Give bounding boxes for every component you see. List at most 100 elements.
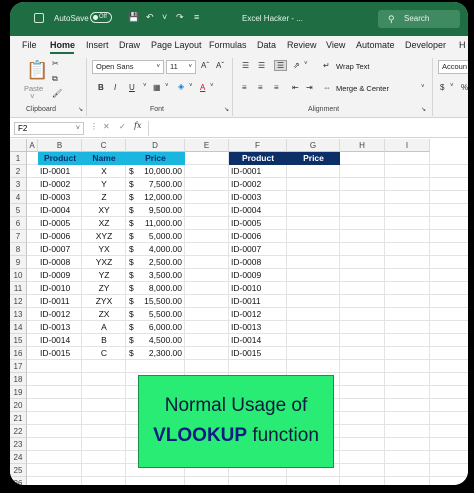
- borders-dropdown-icon[interactable]: ˅: [165, 83, 169, 89]
- enter-icon[interactable]: ✓: [119, 122, 126, 131]
- row-header-5[interactable]: 5: [10, 204, 27, 217]
- tab-draw[interactable]: Draw: [119, 40, 140, 50]
- column-header-g[interactable]: G: [287, 139, 340, 152]
- row-header-1[interactable]: 1: [10, 152, 27, 165]
- cell-product[interactable]: ID-0007: [40, 243, 82, 256]
- lookup-header-price[interactable]: Price: [287, 152, 340, 165]
- merge-dropdown-icon[interactable]: ˅: [421, 84, 425, 90]
- column-header-a[interactable]: A: [27, 139, 38, 152]
- column-header-h[interactable]: H: [340, 139, 385, 152]
- align-left-icon[interactable]: ≡: [242, 83, 247, 92]
- tab-home[interactable]: Home: [50, 40, 75, 50]
- tab-view[interactable]: View: [326, 40, 345, 50]
- wrap-text-icon[interactable]: ↵: [323, 61, 330, 70]
- tab-file[interactable]: File: [22, 40, 37, 50]
- merge-center-icon[interactable]: ⇔: [323, 83, 331, 92]
- row-header-12[interactable]: 12: [10, 295, 27, 308]
- insert-function-icon[interactable]: fx: [134, 121, 141, 130]
- worksheet-grid[interactable]: ABCDEFGHI 1 2 3 4 5 6 7 8 9 10 11 12 13 14 15 16 17 18 19 2…: [10, 139, 468, 485]
- cell-name[interactable]: Z: [82, 191, 126, 204]
- increase-font-icon[interactable]: Aˆ: [201, 61, 209, 70]
- cell-name[interactable]: XY: [82, 204, 126, 217]
- row-header-25[interactable]: 25: [10, 464, 27, 477]
- percent-icon[interactable]: %: [461, 83, 468, 92]
- decrease-indent-icon[interactable]: ⇤: [292, 83, 299, 92]
- font-size-select[interactable]: 11 ˅: [166, 60, 196, 74]
- cell-product[interactable]: ID-0001: [40, 165, 82, 178]
- tab-insert[interactable]: Insert: [86, 40, 109, 50]
- select-all-corner[interactable]: [10, 139, 27, 152]
- cell-product[interactable]: ID-0013: [40, 321, 82, 334]
- bold-button[interactable]: B: [98, 83, 104, 92]
- cell-name[interactable]: Y: [82, 178, 126, 191]
- cell-name[interactable]: XYZ: [82, 230, 126, 243]
- column-header-b[interactable]: B: [38, 139, 82, 152]
- copy-icon[interactable]: ⧉: [52, 74, 58, 84]
- cell-product[interactable]: ID-0006: [40, 230, 82, 243]
- font-name-select[interactable]: Open Sans ˅: [92, 60, 164, 74]
- cell-product[interactable]: ID-0014: [40, 334, 82, 347]
- cell-price[interactable]: 4,500.00: [130, 334, 182, 347]
- paste-icon[interactable]: 📋: [26, 60, 48, 81]
- orientation-dropdown-icon[interactable]: ˅: [304, 61, 308, 67]
- tab-developer[interactable]: Developer: [405, 40, 446, 50]
- clipboard-launcher-icon[interactable]: ↘: [78, 106, 83, 113]
- row-header-15[interactable]: 15: [10, 334, 27, 347]
- cell-price[interactable]: 8,000.00: [130, 282, 182, 295]
- undo-dropdown-icon[interactable]: ˅: [162, 12, 167, 22]
- row-header-21[interactable]: 21: [10, 412, 27, 425]
- font-color-icon[interactable]: A: [200, 83, 205, 92]
- cut-icon[interactable]: ✂: [52, 59, 59, 68]
- row-header-6[interactable]: 6: [10, 217, 27, 230]
- merge-center-button[interactable]: Merge & Center: [336, 84, 389, 93]
- column-header-e[interactable]: E: [185, 139, 229, 152]
- cell-price[interactable]: 9,500.00: [130, 204, 182, 217]
- cell-name[interactable]: ZYX: [82, 295, 126, 308]
- row-header-4[interactable]: 4: [10, 191, 27, 204]
- row-header-2[interactable]: 2: [10, 165, 27, 178]
- row-header-18[interactable]: 18: [10, 373, 27, 386]
- row-header-9[interactable]: 9: [10, 256, 27, 269]
- cell-lookup-product[interactable]: ID-0011: [231, 295, 287, 308]
- tab-page-layout[interactable]: Page Layout: [151, 40, 202, 50]
- cell-name[interactable]: C: [82, 347, 126, 360]
- cell-name[interactable]: XZ: [82, 217, 126, 230]
- cell-lookup-product[interactable]: ID-0007: [231, 243, 287, 256]
- column-header-c[interactable]: C: [82, 139, 126, 152]
- tab-overflow[interactable]: H: [459, 40, 466, 50]
- format-painter-icon[interactable]: 🖌: [52, 89, 62, 98]
- column-header-d[interactable]: D: [126, 139, 185, 152]
- cell-lookup-product[interactable]: ID-0008: [231, 256, 287, 269]
- redo-icon[interactable]: ↷: [176, 12, 184, 23]
- cell-lookup-product[interactable]: ID-0010: [231, 282, 287, 295]
- save-icon[interactable]: 💾: [128, 12, 139, 23]
- cell-lookup-product[interactable]: ID-0004: [231, 204, 287, 217]
- cell-name[interactable]: ZY: [82, 282, 126, 295]
- cell-name[interactable]: ZX: [82, 308, 126, 321]
- undo-icon[interactable]: ↶: [146, 12, 154, 23]
- fill-color-dropdown-icon[interactable]: ˅: [189, 83, 193, 89]
- currency-icon[interactable]: $: [440, 83, 444, 92]
- orientation-icon[interactable]: ⇗: [293, 61, 300, 70]
- cancel-icon[interactable]: ✕: [103, 122, 110, 131]
- cell-price[interactable]: 10,000.00: [130, 165, 182, 178]
- font-launcher-icon[interactable]: ↘: [224, 106, 229, 113]
- row-header-22[interactable]: 22: [10, 425, 27, 438]
- cell-product[interactable]: ID-0010: [40, 282, 82, 295]
- row-header-13[interactable]: 13: [10, 308, 27, 321]
- cell-price[interactable]: 5,500.00: [130, 308, 182, 321]
- row-header-8[interactable]: 8: [10, 243, 27, 256]
- cell-product[interactable]: ID-0005: [40, 217, 82, 230]
- cell-product[interactable]: ID-0008: [40, 256, 82, 269]
- currency-dropdown-icon[interactable]: ˅: [450, 83, 454, 89]
- column-header-i[interactable]: I: [385, 139, 430, 152]
- header-product[interactable]: Product: [38, 152, 82, 165]
- cell-price[interactable]: 11,000.00: [130, 217, 182, 230]
- cell-price[interactable]: 2,300.00: [130, 347, 182, 360]
- row-header-10[interactable]: 10: [10, 269, 27, 282]
- wrap-text-button[interactable]: Wrap Text: [336, 62, 370, 71]
- customize-toolbar-icon[interactable]: ≡: [194, 12, 199, 22]
- row-header-11[interactable]: 11: [10, 282, 27, 295]
- more-icon[interactable]: ⋮: [90, 122, 98, 131]
- cell-lookup-product[interactable]: ID-0005: [231, 217, 287, 230]
